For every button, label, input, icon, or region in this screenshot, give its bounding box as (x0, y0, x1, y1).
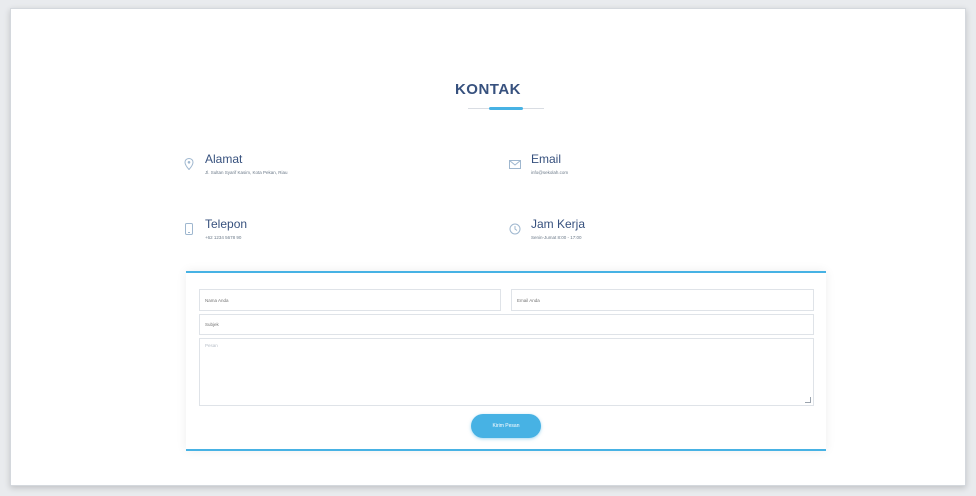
section-title: KONTAK (454, 81, 522, 98)
phone-value: +62 1234 5678 90 (205, 235, 242, 240)
resize-handle-icon[interactable] (805, 397, 811, 403)
map-pin-icon (181, 156, 197, 172)
address-label: Alamat (205, 152, 243, 166)
message-textarea[interactable]: Pesan (199, 338, 814, 406)
subject-input[interactable] (199, 314, 814, 335)
email-input[interactable] (511, 289, 814, 311)
hours-value: Senin-Jumat 8:00 - 17:00 (531, 235, 582, 240)
title-accent-bar (489, 107, 523, 110)
page-frame: KONTAK Alamat Jl. Sultan Syarif Kasim, K… (10, 8, 966, 486)
email-value: info@sekolah.com (531, 170, 569, 175)
hours-label: Jam Kerja (531, 217, 586, 231)
contact-form: Pesan Kirim Pesan (186, 271, 826, 451)
clock-icon (507, 221, 523, 237)
phone-label: Telepon (205, 217, 248, 231)
envelope-icon (507, 156, 523, 172)
send-message-button[interactable]: Kirim Pesan (471, 414, 541, 438)
message-placeholder: Pesan (205, 343, 218, 348)
email-label: Email (531, 152, 562, 166)
name-input[interactable] (199, 289, 501, 311)
address-value: Jl. Sultan Syarif Kasim, Kota Pekan, Ria… (205, 170, 288, 175)
phone-icon (181, 221, 197, 237)
